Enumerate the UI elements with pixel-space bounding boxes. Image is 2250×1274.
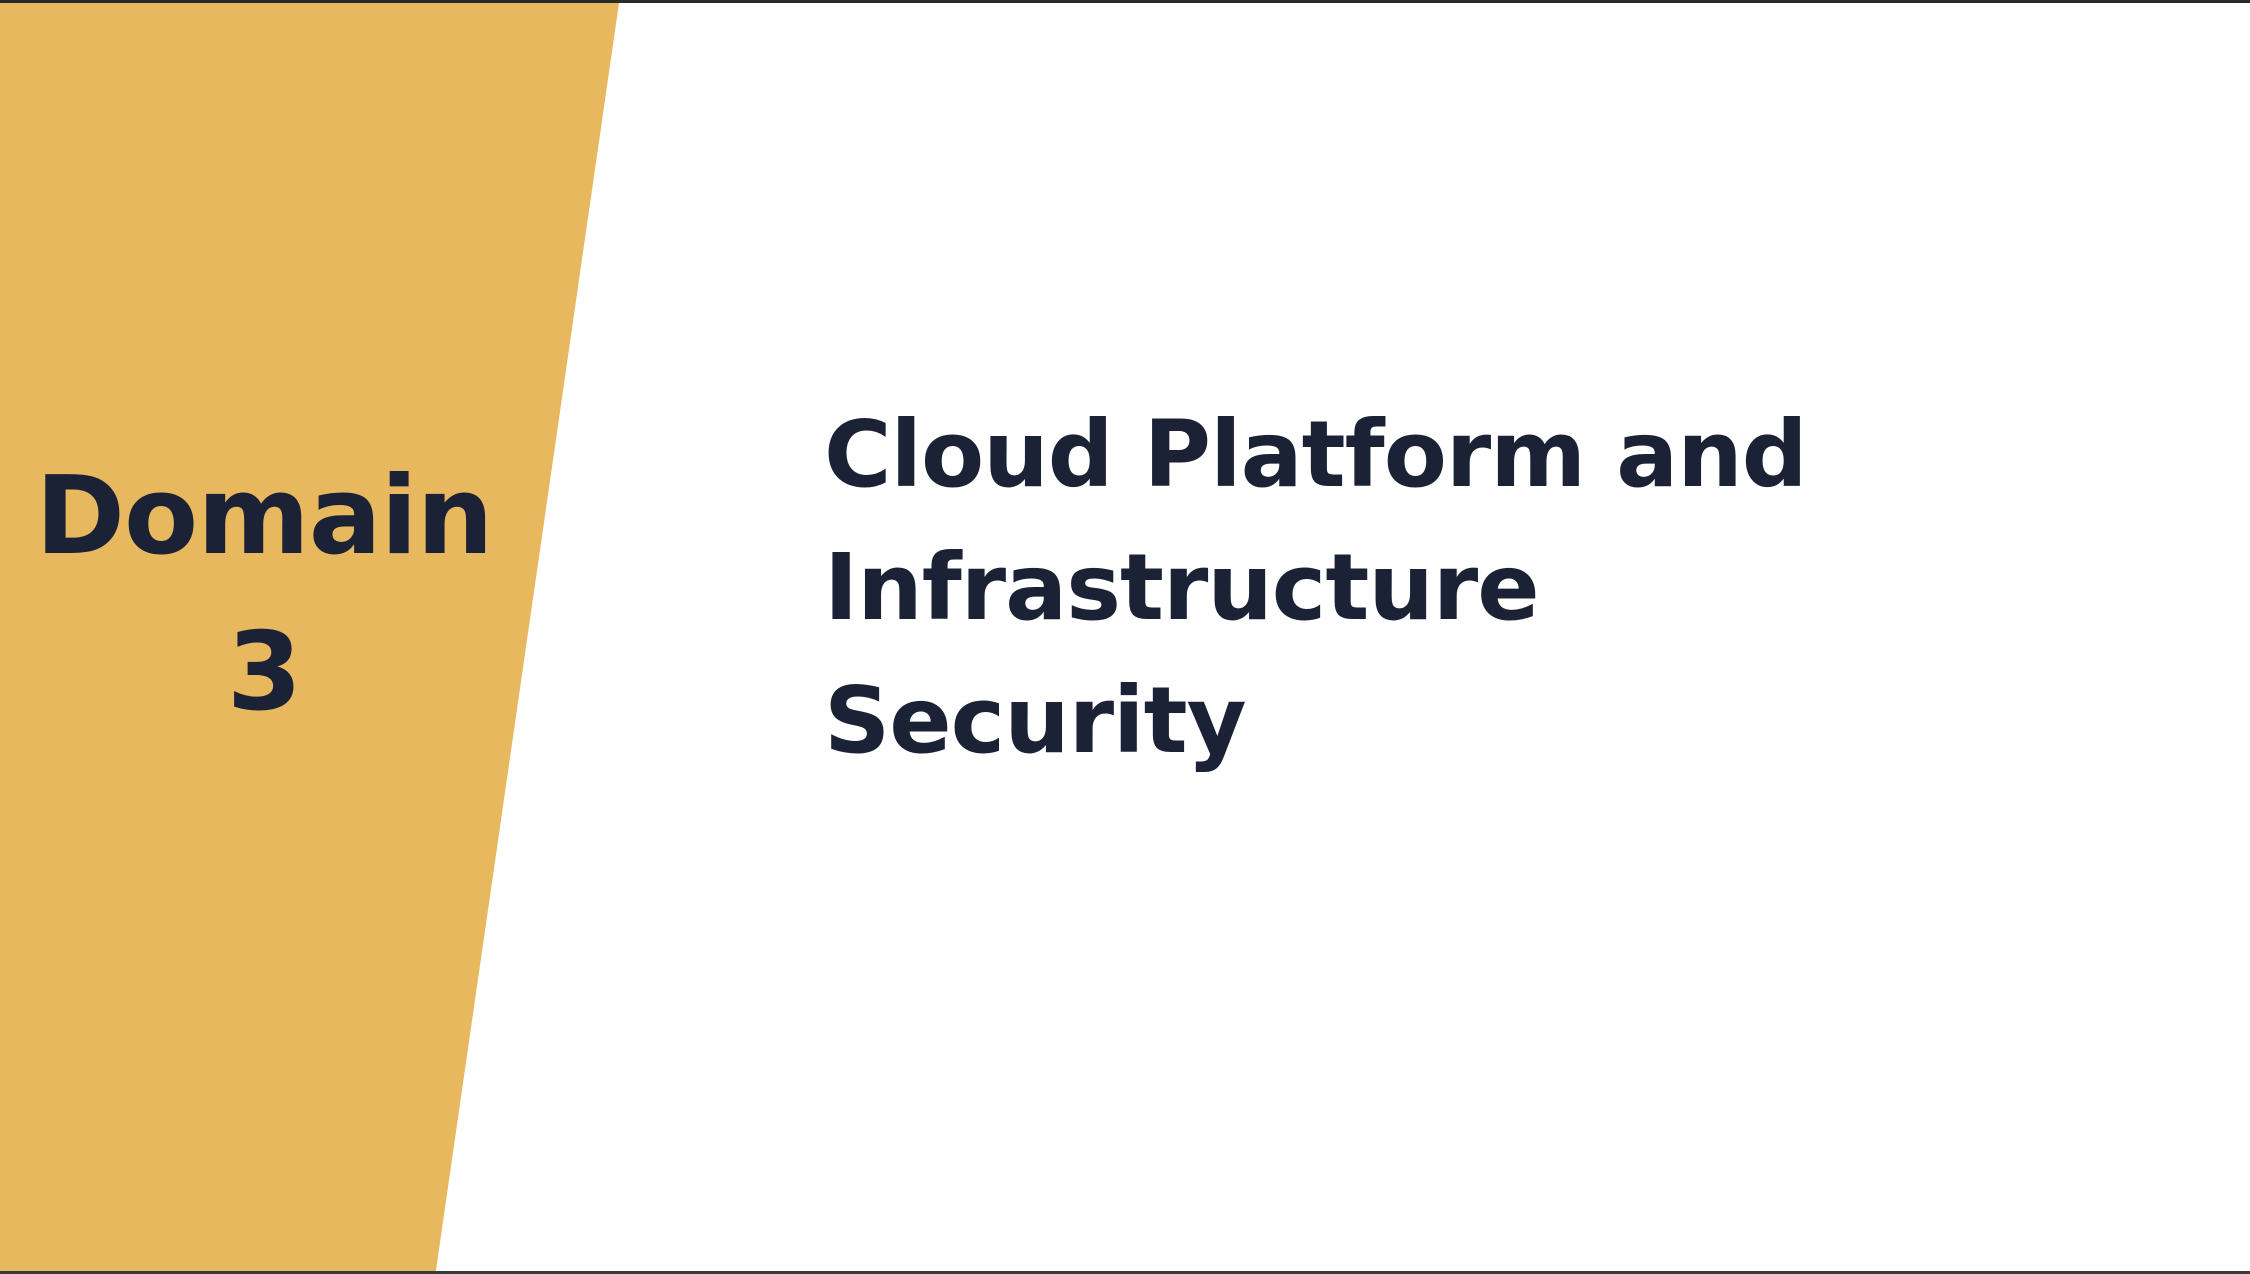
slide: Domain 3 Cloud Platform and Infrastructu… <box>0 0 2250 1274</box>
title-line-1: Cloud Platform and <box>824 401 1808 508</box>
domain-number: 3 <box>226 610 302 735</box>
slide-title: Cloud Platform and Infrastructure Securi… <box>824 388 2024 787</box>
domain-label: Domain 3 <box>0 439 528 751</box>
title-line-3: Security <box>824 667 1247 774</box>
title-line-2: Infrastructure <box>824 534 1540 641</box>
domain-word: Domain <box>35 454 493 579</box>
